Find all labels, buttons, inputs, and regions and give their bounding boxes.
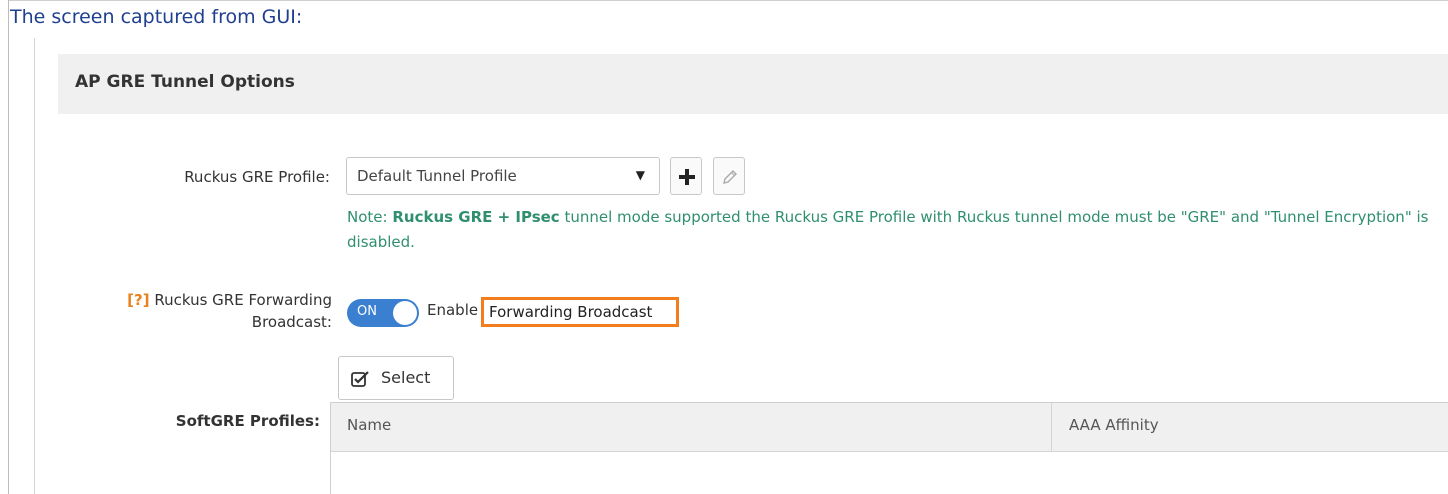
- table-header: Name AAA Affinity: [331, 403, 1448, 452]
- frame-top-border: [8, 0, 1448, 1]
- enable-label: Enable: [427, 301, 479, 319]
- screen-caption: The screen captured from GUI:: [10, 6, 303, 28]
- note-prefix: Note:: [347, 208, 393, 226]
- column-divider: [1051, 403, 1052, 451]
- gre-profile-label: Ruckus GRE Profile:: [184, 168, 330, 186]
- forwarding-label-line2: Broadcast:: [251, 313, 332, 331]
- softgre-label: SoftGRE Profiles:: [175, 412, 320, 430]
- column-header-aaa-affinity[interactable]: AAA Affinity: [1069, 416, 1159, 434]
- toggle-knob: [393, 301, 417, 325]
- edit-profile-button[interactable]: [713, 157, 745, 195]
- pencil-icon: [723, 170, 737, 184]
- note-bold: Ruckus GRE + IPsec: [392, 208, 560, 226]
- help-link[interactable]: [?]: [127, 291, 149, 309]
- forwarding-broadcast-toggle[interactable]: ON: [347, 299, 419, 327]
- section-header: AP GRE Tunnel Options: [58, 54, 1448, 114]
- highlight-box: Forwarding Broadcast: [481, 297, 679, 327]
- plus-icon: [679, 169, 695, 185]
- forwarding-label-line1: Ruckus GRE Forwarding: [154, 291, 332, 309]
- forwarding-broadcast-text: Forwarding Broadcast: [489, 303, 653, 321]
- frame-left-border: [8, 0, 9, 494]
- add-profile-button[interactable]: [670, 157, 702, 195]
- gre-profile-value: Default Tunnel Profile: [357, 167, 517, 185]
- select-button-label: Select: [381, 368, 431, 387]
- panel-left-border: [34, 38, 35, 494]
- chevron-down-icon: ▼: [635, 168, 645, 182]
- select-button[interactable]: Select: [338, 356, 454, 400]
- toggle-state: ON: [357, 304, 377, 319]
- tunnel-mode-note: Note: Ruckus GRE + IPsec tunnel mode sup…: [347, 205, 1442, 255]
- section-title: AP GRE Tunnel Options: [75, 72, 295, 92]
- forwarding-label: [?] Ruckus GRE Forwarding Broadcast:: [60, 289, 332, 333]
- column-header-name[interactable]: Name: [347, 416, 391, 434]
- softgre-table: Name AAA Affinity: [330, 402, 1448, 494]
- checkbox-edit-icon: [351, 371, 369, 387]
- gre-profile-select[interactable]: Default Tunnel Profile ▼: [346, 157, 660, 195]
